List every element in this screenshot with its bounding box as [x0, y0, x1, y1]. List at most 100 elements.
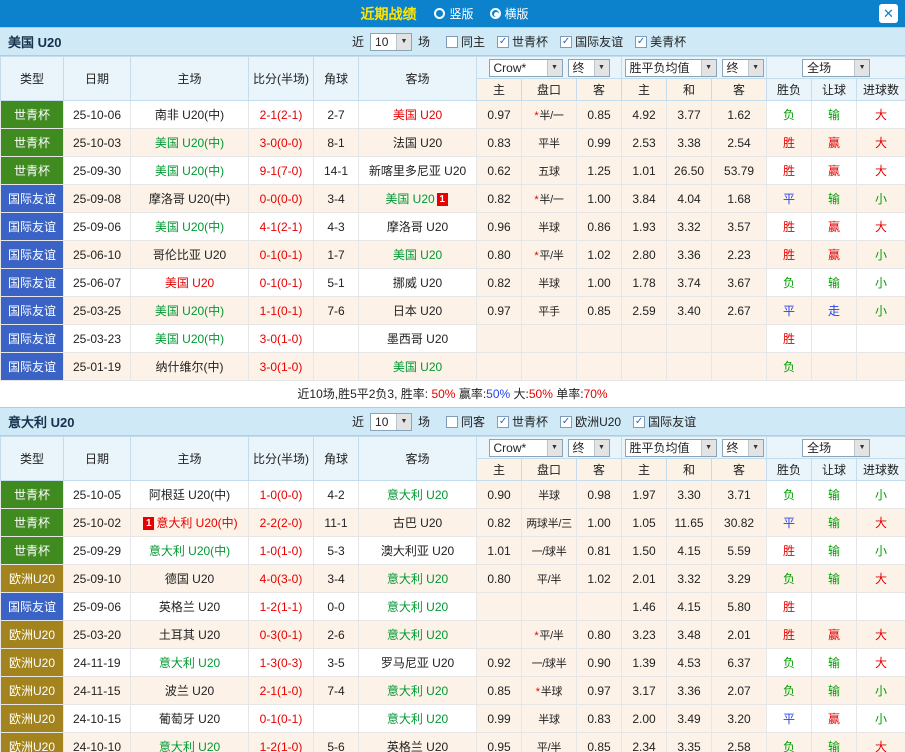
result-text: 大 — [875, 220, 888, 234]
filter-worldcup-checkbox[interactable]: ✓ 世青杯 — [497, 33, 548, 50]
team-name: 纳什维尔(中) — [155, 360, 224, 374]
filter-friendly-checkbox[interactable]: ✓ 国际友谊 — [560, 33, 623, 50]
near-label: 近 — [352, 415, 365, 429]
avg-home-cell: 1.93 — [621, 212, 668, 241]
final-avg-select[interactable]: 终 ▼ — [721, 438, 764, 457]
away-team-cell: 意大利 U20 — [358, 704, 477, 733]
col-subheader-result-win: 胜负 — [766, 458, 813, 481]
final-odds-select[interactable]: 终 ▼ — [567, 438, 610, 457]
table-row: 国际友谊 25-06-10 哥伦比亚 U20 0-1(0-1) 1-7 美国 U20 0.8… — [0, 240, 905, 269]
away-team-cell: 意大利 U20 — [358, 676, 477, 705]
result-goals-cell: 大 — [856, 128, 905, 157]
avg-draw-cell: 3.36 — [666, 240, 713, 269]
filter-friendly-checkbox[interactable]: ✓ 国际友谊 — [633, 413, 696, 430]
league-cell: 欧洲U20 — [0, 732, 64, 752]
result-text: 赢 — [828, 136, 841, 150]
col-header-date: 日期 — [63, 56, 131, 101]
away-team-cell: 美国 U20 — [358, 100, 477, 129]
result-handicap-cell: 输 — [811, 676, 858, 705]
result-text: 输 — [828, 740, 841, 752]
corner-cell: 11-1 — [313, 508, 359, 537]
avg-header-cell: 胜平负均值 ▼ 终 ▼ — [621, 436, 768, 459]
radio-vertical-layout[interactable]: 竖版 — [434, 5, 474, 22]
team-name: 意大利 U20 — [386, 684, 449, 698]
corner-cell: 4-2 — [313, 480, 359, 509]
avg-away-cell: 5.59 — [711, 536, 768, 565]
result-text: 负 — [783, 108, 796, 122]
team-name: 挪威 U20 — [392, 276, 443, 290]
dropdown-arrow-icon: ▼ — [854, 59, 870, 76]
team-name: 古巴 U20 — [392, 516, 443, 530]
filter-same-home-checkbox[interactable]: 同主 — [446, 33, 485, 50]
italy-results-tbody: 世青杯 25-10-05 阿根廷 U20(中) 1-0(0-0) 4-2 意大利 U20 0… — [0, 480, 905, 752]
recent-results-window: 近期战绩 竖版 横版 ✕ 美国 U20 近 10 ▼ 场 同主 ✓ 世青杯 ✓ … — [0, 0, 905, 752]
odds-away-cell: 0.97 — [575, 676, 623, 705]
handicap-cell — [521, 324, 577, 353]
odds-away-cell: 0.81 — [575, 536, 623, 565]
odds-away-cell: 1.00 — [575, 268, 623, 297]
titlebar: 近期战绩 竖版 横版 ✕ — [0, 0, 905, 27]
score-cell: 2-1(1-0) — [248, 676, 314, 705]
odds-home-cell — [476, 620, 522, 649]
avg-home-cell — [621, 324, 668, 353]
date-cell: 25-01-19 — [63, 352, 131, 381]
avg-home-cell: 2.00 — [621, 704, 668, 733]
handicap-cell: 两球半/三 — [521, 508, 577, 537]
avg-draw-cell: 3.77 — [666, 100, 713, 129]
team-name: 法国 U20 — [392, 136, 443, 150]
close-button[interactable]: ✕ — [879, 4, 898, 23]
away-team-cell: 新喀里多尼亚 U20 — [358, 156, 477, 185]
checkbox-icon: ✓ — [633, 415, 646, 428]
table-row: 国际友谊 25-09-06 英格兰 U20 1-2(1-1) 0-0 意大利 U20 1.4… — [0, 592, 905, 621]
date-cell: 25-09-10 — [63, 564, 131, 593]
team-name: 意大利 U20(中) — [148, 544, 231, 558]
result-handicap-cell: 赢 — [811, 704, 858, 733]
avg-away-cell: 2.07 — [711, 676, 768, 705]
avg-draw-cell: 4.15 — [666, 536, 713, 565]
avg-away-cell: 2.58 — [711, 732, 768, 752]
odds-company-select[interactable]: Crow* ▼ — [488, 438, 563, 457]
avg-draw-cell: 4.15 — [666, 592, 713, 621]
score-cell: 0-3(0-1) — [248, 620, 314, 649]
filter-euro-u20-checkbox[interactable]: ✓ 欧洲U20 — [560, 413, 621, 430]
corner-cell — [313, 324, 359, 353]
score-cell: 1-2(1-1) — [248, 592, 314, 621]
col-subheader-odds-home: 主 — [476, 458, 522, 481]
corner-cell: 2-7 — [313, 100, 359, 129]
table-row: 欧洲U20 24-11-15 波兰 U20 2-1(1-0) 7-4 意大利 U20 0.8… — [0, 676, 905, 705]
result-goals-cell: 大 — [856, 648, 905, 677]
final-odds-select[interactable]: 终 ▼ — [567, 58, 610, 77]
games-count-select[interactable]: 10 ▼ — [370, 32, 413, 51]
filter-americas-cup-checkbox[interactable]: ✓ 美青杯 — [635, 33, 686, 50]
league-cell: 国际友谊 — [0, 592, 64, 621]
home-team-cell: 土耳其 U20 — [130, 620, 249, 649]
filter-same-away-checkbox[interactable]: 同客 — [446, 413, 485, 430]
date-cell: 25-03-20 — [63, 620, 131, 649]
odds-company-select[interactable]: Crow* ▼ — [488, 58, 563, 77]
avg-draw-cell: 3.74 — [666, 268, 713, 297]
team-name: 意大利 U20 — [386, 572, 449, 586]
avg-home-cell: 1.39 — [621, 648, 668, 677]
avg-odds-select[interactable]: 胜平负均值 ▼ — [624, 438, 717, 457]
final-avg-select[interactable]: 终 ▼ — [721, 58, 764, 77]
odds-home-cell: 0.97 — [476, 100, 522, 129]
result-goals-cell: 大 — [856, 100, 905, 129]
score-cell: 4-1(2-1) — [248, 212, 314, 241]
avg-odds-select[interactable]: 胜平负均值 ▼ — [624, 58, 717, 77]
radio-horizontal-layout[interactable]: 横版 — [489, 5, 529, 22]
games-count-select[interactable]: 10 ▼ — [370, 412, 413, 431]
result-handicap-cell — [811, 592, 858, 621]
corner-cell: 8-1 — [313, 128, 359, 157]
odds-home-cell: 1.01 — [476, 536, 522, 565]
odds-home-cell: 0.82 — [476, 508, 522, 537]
avg-home-cell: 1.78 — [621, 268, 668, 297]
team-name: 美国 U20(中) — [154, 332, 225, 346]
filter-worldcup-checkbox[interactable]: ✓ 世青杯 — [497, 413, 548, 430]
full-match-select[interactable]: 全场 ▼ — [802, 438, 871, 457]
away-team-cell: 法国 U20 — [358, 128, 477, 157]
col-subheader-odds-home: 主 — [476, 78, 522, 101]
full-match-select[interactable]: 全场 ▼ — [802, 58, 871, 77]
result-handicap-cell: 输 — [811, 564, 858, 593]
odds-company-value: Crow* — [493, 440, 527, 455]
table-row: 世青杯 25-10-03 美国 U20(中) 3-0(0-0) 8-1 法国 U20 0.8… — [0, 128, 905, 157]
